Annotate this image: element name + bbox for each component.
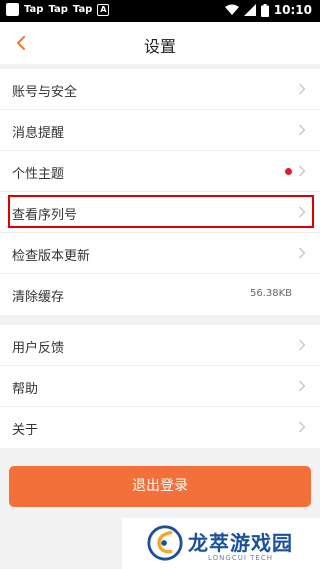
cache-size-value: 56.38KB	[249, 288, 292, 299]
status-bar: Tap Tap Tap A 10:10	[0, 0, 320, 22]
chevron-right-icon	[299, 165, 306, 177]
settings-item-about[interactable]: 关于	[0, 407, 320, 448]
settings-item-label: 查看序列号	[12, 208, 78, 223]
settings-item-label: 消息提醒	[12, 126, 65, 141]
chevron-right-icon	[299, 339, 306, 351]
watermark: 龙萃游戏园 LONGCUI TECH	[122, 518, 320, 569]
chevron-right-icon	[299, 247, 306, 259]
clock: 10:10	[273, 3, 312, 17]
settings-item-account-security[interactable]: 账号与安全	[0, 69, 320, 110]
chevron-right-icon	[299, 124, 306, 136]
settings-item-help[interactable]: 帮助	[0, 366, 320, 407]
settings-item-label: 清除缓存	[12, 290, 65, 305]
settings-item-label: 检查版本更新	[12, 249, 91, 264]
settings-item-message-reminder[interactable]: 消息提醒	[0, 110, 320, 151]
settings-item-label: 关于	[12, 423, 39, 438]
wifi-icon	[224, 4, 239, 15]
settings-group-main: 账号与安全 消息提醒 个性主题 查看序列号 检查版本更新 清除缓存 56.38K…	[0, 69, 320, 315]
signal-icon	[243, 4, 256, 16]
settings-item-label: 个性主题	[12, 167, 65, 182]
settings-group-support: 用户反馈 帮助 关于	[0, 325, 320, 448]
settings-item-label: 用户反馈	[12, 341, 65, 356]
brand-name-cn: 龙萃游戏园	[188, 531, 293, 555]
tap-notification-2: Tap	[48, 4, 68, 15]
tap-notification-3: Tap	[72, 4, 93, 15]
settings-item-check-update[interactable]: 检查版本更新	[0, 233, 320, 274]
a-notification-icon: A	[97, 3, 110, 16]
tap-notification-1: Tap	[24, 4, 44, 15]
settings-item-feedback[interactable]: 用户反馈	[0, 325, 320, 366]
settings-item-view-serial-number[interactable]: 查看序列号	[0, 192, 320, 233]
logout-button[interactable]: 退出登录	[9, 466, 311, 507]
chevron-right-icon	[299, 206, 306, 218]
app-header: 设置	[0, 22, 320, 64]
notification-app-icon	[6, 3, 19, 16]
brand-name-en: LONGCUI TECH	[208, 554, 273, 562]
settings-item-label: 帮助	[12, 382, 39, 397]
settings-item-personal-theme[interactable]: 个性主题	[0, 151, 320, 192]
page-title: 设置	[143, 37, 176, 56]
chevron-right-icon	[299, 421, 306, 433]
chevron-right-icon	[299, 83, 306, 95]
brand-logo-icon	[147, 525, 183, 561]
settings-item-label: 账号与安全	[12, 85, 78, 100]
new-badge-dot	[285, 168, 292, 175]
settings-item-clear-cache[interactable]: 清除缓存 56.38KB	[0, 274, 320, 315]
chevron-right-icon	[299, 380, 306, 392]
battery-icon	[260, 3, 269, 17]
